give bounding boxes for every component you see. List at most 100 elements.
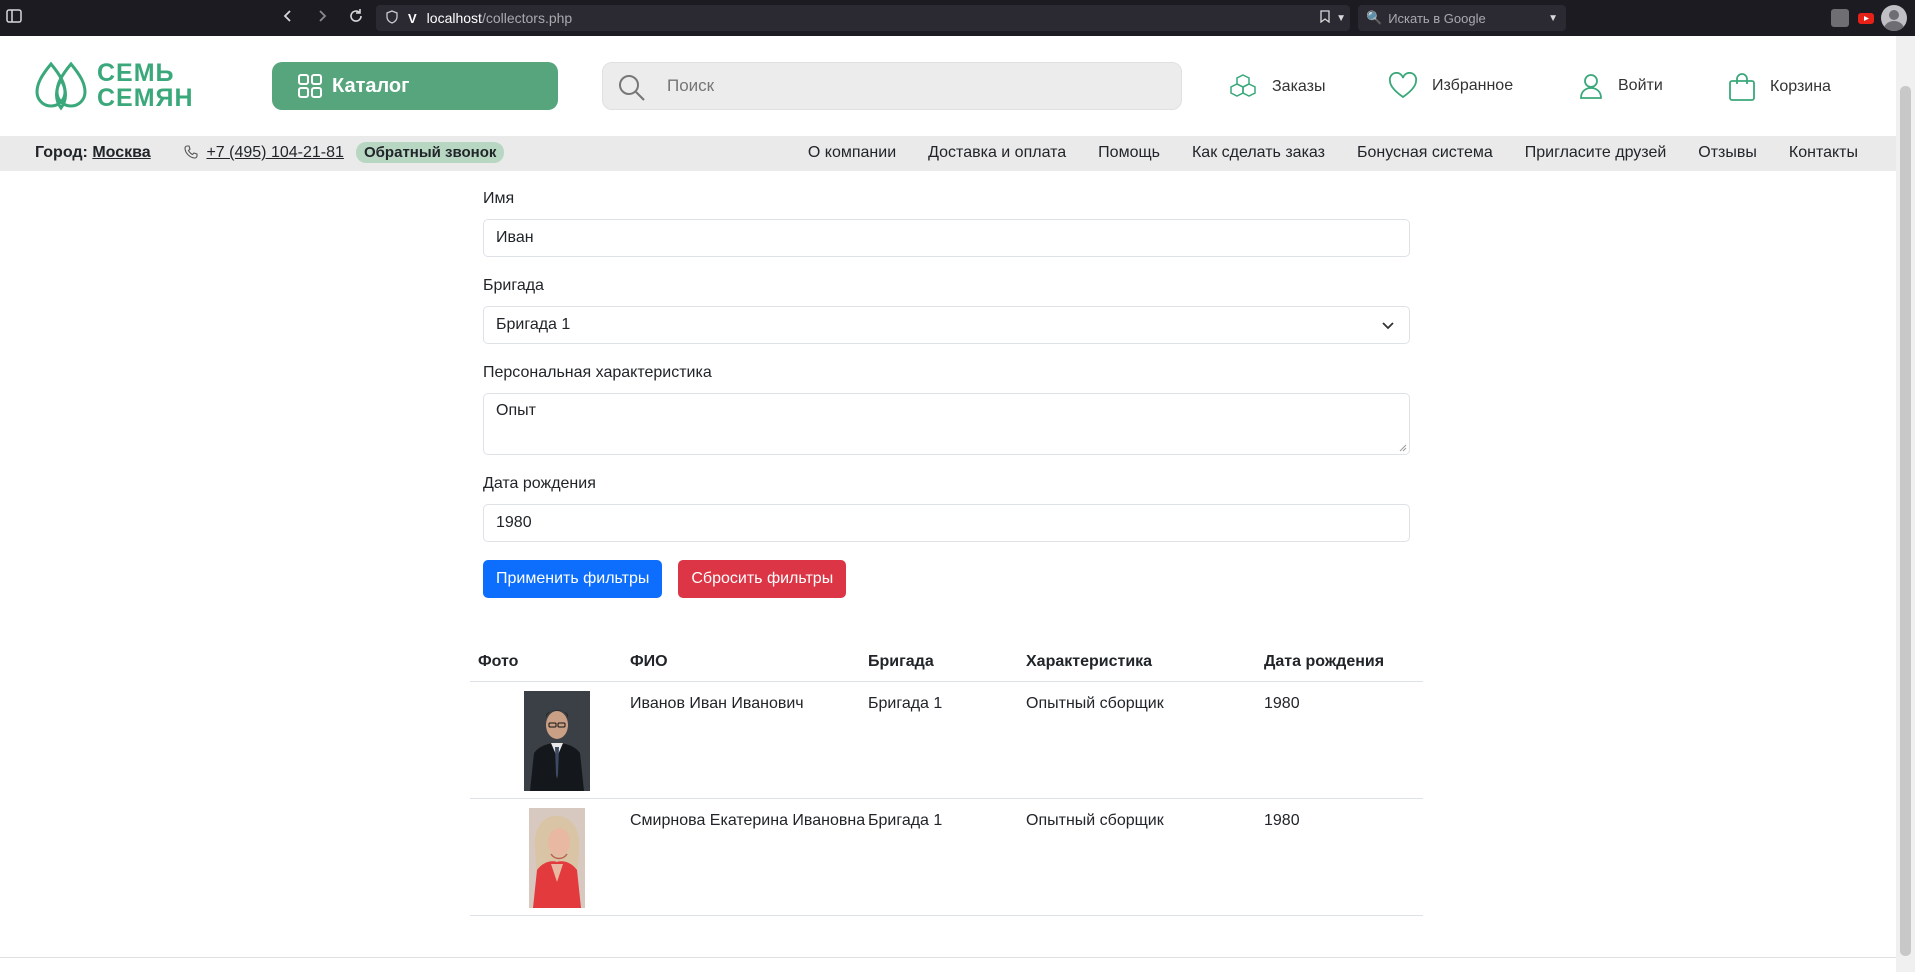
browser-toolbar: V localhost/collectors.php ▼ 🔍 Искать в … (0, 0, 1915, 36)
site-logo[interactable]: СЕМЬ СЕМЯН (33, 60, 194, 112)
city-link[interactable]: Москва (92, 144, 150, 161)
login-link[interactable]: Войти (1578, 72, 1663, 100)
characteristic-label: Персональная характеристика (483, 364, 712, 381)
favorites-label: Избранное (1432, 77, 1514, 94)
city-label: Город: (35, 144, 88, 161)
search-icon[interactable] (617, 73, 647, 103)
column-header-characteristic: Характеристика (1026, 652, 1153, 670)
chevron-down-icon (1382, 322, 1394, 330)
extension-icon[interactable] (1831, 9, 1849, 27)
name-value: Иван (496, 229, 534, 246)
cubes-icon (1230, 74, 1256, 97)
cart-label: Корзина (1770, 78, 1831, 95)
catalog-label: Каталог (332, 74, 410, 97)
column-header-name: ФИО (630, 652, 668, 670)
browser-search-placeholder: Искать в Google (1388, 10, 1486, 26)
site-search[interactable] (602, 62, 1182, 110)
search-input[interactable] (667, 76, 1147, 96)
page-scrollbar[interactable] (1896, 36, 1915, 972)
favorites-link[interactable]: Избранное (1388, 72, 1513, 100)
footer-divider (0, 957, 1896, 958)
search-engine-icon: 🔍 (1366, 10, 1383, 25)
column-header-photo: Фото (478, 652, 519, 670)
scrollbar-thumb[interactable] (1900, 86, 1911, 956)
collector-brigade: Бригада 1 (868, 812, 943, 829)
catalog-button[interactable]: Каталог (272, 62, 558, 110)
column-header-brigade: Бригада (868, 652, 934, 670)
profile-avatar[interactable] (1881, 5, 1907, 31)
phone-block[interactable]: +7 (495) 104-21-81 (184, 144, 344, 162)
drops-logo-icon (35, 61, 87, 111)
collector-photo (529, 808, 585, 908)
menu-item-contacts[interactable]: Контакты (1789, 144, 1858, 162)
birth-value: 1980 (496, 514, 532, 531)
back-icon[interactable] (278, 8, 298, 28)
menu-item-reviews[interactable]: Отзывы (1698, 144, 1757, 162)
menu-item-help[interactable]: Помощь (1098, 144, 1160, 162)
table-header: Фото ФИО Бригада Характеристика Дата рож… (470, 642, 1423, 682)
main-menu: О компании Доставка и оплата Помощь Как … (808, 144, 1858, 162)
collector-name: Иванов Иван Иванович (630, 695, 804, 712)
birth-label: Дата рождения (483, 475, 596, 492)
grid-icon (298, 74, 322, 98)
bookmark-icon[interactable] (1320, 10, 1330, 26)
characteristic-value: Опыт (496, 402, 536, 419)
menu-item-bonus[interactable]: Бонусная система (1357, 144, 1493, 162)
collector-birth-date: 1980 (1264, 695, 1300, 712)
resize-handle-icon[interactable] (1399, 444, 1407, 452)
characteristic-textarea[interactable]: Опыт (483, 393, 1410, 455)
menu-item-about[interactable]: О компании (808, 144, 896, 162)
apply-filters-button[interactable]: Применить фильтры (483, 560, 663, 598)
menu-item-delivery[interactable]: Доставка и оплата (928, 144, 1066, 162)
menu-item-how-to-order[interactable]: Как сделать заказ (1192, 144, 1325, 162)
orders-label: Заказы (1272, 78, 1326, 95)
brigade-value: Бригада 1 (496, 316, 571, 333)
brigade-select[interactable]: Бригада 1 (483, 306, 1410, 344)
youtube-extension-icon[interactable] (1857, 9, 1875, 27)
browser-search-field[interactable]: 🔍 Искать в Google ▼ (1358, 5, 1566, 31)
reset-filters-button[interactable]: Сбросить фильтры (678, 560, 847, 598)
column-header-birth-date: Дата рождения (1264, 652, 1385, 670)
filter-form: Имя Иван Бригада Бригада 1 Персональная … (483, 190, 1410, 598)
logo-line-2: СЕМЯН (97, 84, 194, 112)
photo-cell (470, 682, 630, 798)
login-label: Войти (1618, 77, 1663, 94)
site-header: СЕМЬ СЕМЯН Каталог Заказы Избранное (0, 36, 1896, 136)
table-row: Иванов Иван Иванович Бригада 1 Опытный с… (470, 682, 1423, 799)
collector-photo (524, 691, 590, 791)
phone-link[interactable]: +7 (495) 104-21-81 (206, 144, 343, 161)
collector-brigade: Бригада 1 (868, 695, 943, 712)
form-actions: Применить фильтры Сбросить фильтры (483, 560, 1410, 598)
birth-input[interactable]: 1980 (483, 504, 1410, 542)
collector-characteristic: Опытный сборщик (1026, 695, 1164, 712)
chevron-down-icon[interactable]: ▼ (1548, 13, 1558, 24)
shopping-bag-icon (1729, 73, 1755, 101)
name-input[interactable]: Иван (483, 219, 1410, 257)
cart-link[interactable]: Корзина (1728, 72, 1831, 102)
reload-icon[interactable] (346, 8, 366, 28)
callback-button[interactable]: Обратный звонок (356, 142, 505, 163)
logo-text: СЕМЬ СЕМЯН (97, 61, 194, 111)
name-label: Имя (483, 190, 515, 207)
url-text[interactable]: localhost/collectors.php (427, 10, 573, 26)
photo-cell (470, 799, 630, 915)
sub-navigation: Город: Москва +7 (495) 104-21-81 Обратны… (0, 136, 1896, 171)
city-selector[interactable]: Город: Москва (35, 144, 151, 162)
orders-link[interactable]: Заказы (1228, 72, 1325, 102)
collector-name: Смирнова Екатерина Ивановна (630, 812, 866, 829)
vivaldi-icon: V (408, 10, 417, 26)
brigade-label: Бригада (483, 277, 544, 294)
collector-birth-date: 1980 (1264, 812, 1300, 829)
phone-icon (184, 145, 198, 159)
address-bar[interactable]: V localhost/collectors.php ▼ (376, 5, 1350, 31)
chevron-down-icon[interactable]: ▼ (1336, 13, 1346, 24)
table-row: Смирнова Екатерина Ивановна Бригада 1 Оп… (470, 799, 1423, 916)
logo-line-1: СЕМЬ (97, 59, 175, 87)
menu-item-invite[interactable]: Пригласите друзей (1525, 144, 1667, 162)
shield-icon[interactable] (386, 9, 400, 27)
sidebar-toggle-icon[interactable] (4, 8, 24, 28)
collector-characteristic: Опытный сборщик (1026, 812, 1164, 829)
forward-icon[interactable] (312, 8, 332, 28)
collectors-table: Фото ФИО Бригада Характеристика Дата рож… (470, 642, 1423, 916)
heart-icon (1388, 72, 1418, 99)
